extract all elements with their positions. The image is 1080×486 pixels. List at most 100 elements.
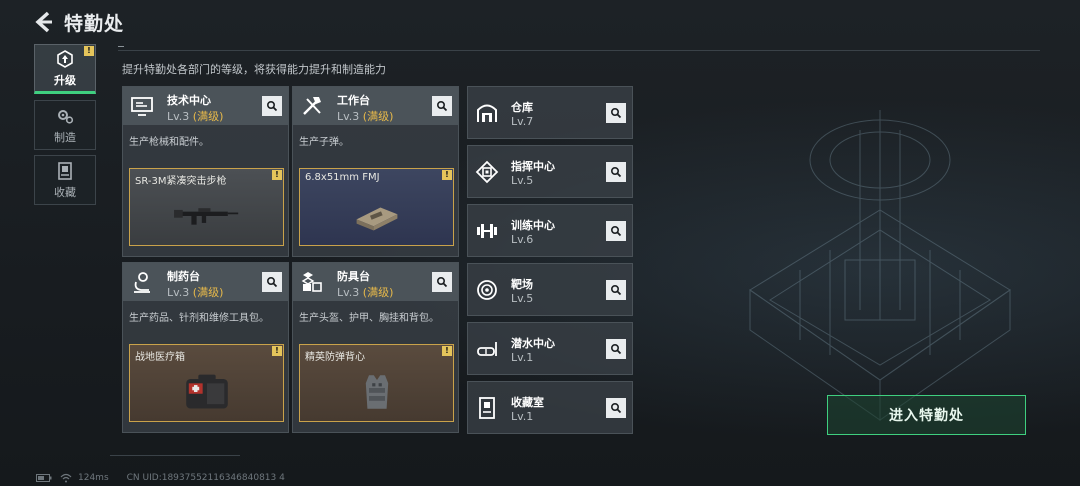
facility-card-diving-center[interactable]: 潜水中心 Lv.1 xyxy=(467,322,633,375)
facility-name: 工作台 xyxy=(337,94,370,107)
tools-icon xyxy=(303,97,321,115)
facility-card-collection-room[interactable]: 收藏室 Lv.1 xyxy=(467,381,633,434)
inspect-button[interactable] xyxy=(606,398,626,418)
ammo-box-image xyxy=(300,187,453,245)
facility-name: 潜水中心 xyxy=(511,337,555,350)
facility-name: 训练中心 xyxy=(511,219,555,232)
diving-mask-icon xyxy=(477,342,497,356)
command-chip-icon xyxy=(475,160,499,184)
header-divider xyxy=(118,50,1040,51)
footer-divider xyxy=(110,455,240,456)
facility-level: Lv.1 xyxy=(511,351,534,364)
facility-name: 指挥中心 xyxy=(511,160,555,173)
inspect-button[interactable] xyxy=(432,272,452,292)
facility-level: Lv.1 xyxy=(511,410,534,423)
tab-collection[interactable]: 收藏 xyxy=(34,155,96,205)
user-uid: CN UID:18937552116346840813 4 xyxy=(126,473,285,483)
facility-name: 仓库 xyxy=(511,101,533,114)
medkit-image xyxy=(130,363,283,421)
inspect-button[interactable] xyxy=(606,339,626,359)
facility-level: Lv.5 xyxy=(511,174,534,187)
monitor-icon xyxy=(131,97,153,116)
alert-badge: ! xyxy=(272,170,282,180)
magnifier-icon xyxy=(610,343,622,355)
gears-icon xyxy=(58,109,74,124)
production-item-slot[interactable]: 6.8x51mm FMJ ! xyxy=(299,168,454,246)
alert-badge: ! xyxy=(442,346,452,356)
base-wireframe-illustration xyxy=(749,110,1011,421)
facility-card-pharmacy[interactable]: 制药台 Lv.3 (满级) 生产药品、针剂和维修工具包。 战地医疗箱 ! xyxy=(122,262,289,433)
wifi-icon xyxy=(60,473,72,483)
back-arrow-icon xyxy=(35,11,52,33)
facility-name: 制药台 xyxy=(167,270,200,283)
facility-card-training-center[interactable]: 训练中心 Lv.6 xyxy=(467,204,633,257)
magnifier-icon xyxy=(266,100,278,112)
inspect-button[interactable] xyxy=(606,221,626,241)
facility-card-warehouse[interactable]: 仓库 Lv.7 xyxy=(467,86,633,139)
facility-level: Lv.3 (满级) xyxy=(167,286,224,299)
collection-room-icon xyxy=(479,397,495,419)
tab-upgrade-label: 升级 xyxy=(54,73,76,87)
inspect-button[interactable] xyxy=(432,96,452,116)
facility-name: 技术中心 xyxy=(167,94,211,107)
tab-upgrade[interactable]: 升级 ! xyxy=(34,44,96,94)
tab-collection-label: 收藏 xyxy=(54,185,76,199)
header-tick xyxy=(118,46,124,47)
production-item-slot[interactable]: 战地医疗箱 ! xyxy=(129,344,284,422)
magnifier-icon xyxy=(436,100,448,112)
enter-special-ops-button[interactable]: 进入特勤处 xyxy=(827,395,1026,435)
item-name: 精英防弹背心 xyxy=(305,352,365,363)
facility-description: 生产枪械和配件。 xyxy=(129,137,209,148)
inspect-button[interactable] xyxy=(606,162,626,182)
collection-icon xyxy=(58,161,72,180)
facility-level: Lv.6 xyxy=(511,233,534,246)
magnifier-icon xyxy=(610,166,622,178)
battery-icon xyxy=(36,474,52,482)
magnifier-icon xyxy=(610,284,622,296)
inspect-button[interactable] xyxy=(606,280,626,300)
magnifier-icon xyxy=(610,107,622,119)
back-button[interactable] xyxy=(30,8,58,36)
tab-craft[interactable]: 制造 xyxy=(34,100,96,150)
item-name: 6.8x51mm FMJ xyxy=(305,172,380,183)
facility-card-tech-center[interactable]: 技术中心 Lv.3 (满级) 生产枪械和配件。 SR-3M紧凑突击步枪 ! xyxy=(122,86,289,257)
magnifier-icon xyxy=(610,225,622,237)
item-name: SR-3M紧凑突击步枪 xyxy=(135,176,227,187)
alert-badge: ! xyxy=(272,346,282,356)
facility-description: 生产头盔、护甲、胸挂和背包。 xyxy=(299,313,439,324)
facility-card-shooting-range[interactable]: 靶场 Lv.5 xyxy=(467,263,633,316)
alert-badge: ! xyxy=(84,46,94,56)
dumbbell-icon xyxy=(477,224,497,238)
target-icon xyxy=(477,280,497,300)
magnifier-icon xyxy=(610,402,622,414)
facility-name: 防具台 xyxy=(337,270,370,283)
alert-badge: ! xyxy=(442,170,452,180)
production-item-slot[interactable]: SR-3M紧凑突击步枪 ! xyxy=(129,168,284,246)
armor-blocks-icon xyxy=(301,272,322,292)
tab-craft-label: 制造 xyxy=(54,130,76,144)
page-title: 特勤处 xyxy=(64,13,125,35)
card-header: 工作台 Lv.3 (满级) xyxy=(293,87,458,125)
page-subtitle: 提升特勤处各部门的等级，将获得能力提升和制造能力 xyxy=(122,63,386,76)
inspect-button[interactable] xyxy=(262,96,282,116)
facility-name: 收藏室 xyxy=(511,396,544,409)
magnifier-icon xyxy=(266,276,278,288)
facility-card-command-center[interactable]: 指挥中心 Lv.5 xyxy=(467,145,633,198)
card-header: 制药台 Lv.3 (满级) xyxy=(123,263,288,301)
production-item-slot[interactable]: 精英防弹背心 ! xyxy=(299,344,454,422)
facility-level: Lv.5 xyxy=(511,292,534,305)
facility-card-workbench[interactable]: 工作台 Lv.3 (满级) 生产子弹。 6.8x51mm FMJ ! xyxy=(292,86,459,257)
upgrade-icon xyxy=(57,49,73,68)
facility-level: Lv.3 (满级) xyxy=(167,110,224,123)
facility-card-armor-bench[interactable]: 防具台 Lv.3 (满级) 生产头盔、护甲、胸挂和背包。 精英防弹背心 ! xyxy=(292,262,459,433)
status-footer: 124ms CN UID:18937552116346840813 4 xyxy=(36,473,285,483)
microscope-icon xyxy=(134,272,150,293)
latency-readout: 124ms xyxy=(78,473,109,483)
card-header: 技术中心 Lv.3 (满级) xyxy=(123,87,288,125)
inspect-button[interactable] xyxy=(606,103,626,123)
vest-image xyxy=(300,363,453,421)
card-header: 防具台 Lv.3 (满级) xyxy=(293,263,458,301)
item-name: 战地医疗箱 xyxy=(135,352,185,363)
facility-name: 靶场 xyxy=(511,278,533,291)
inspect-button[interactable] xyxy=(262,272,282,292)
